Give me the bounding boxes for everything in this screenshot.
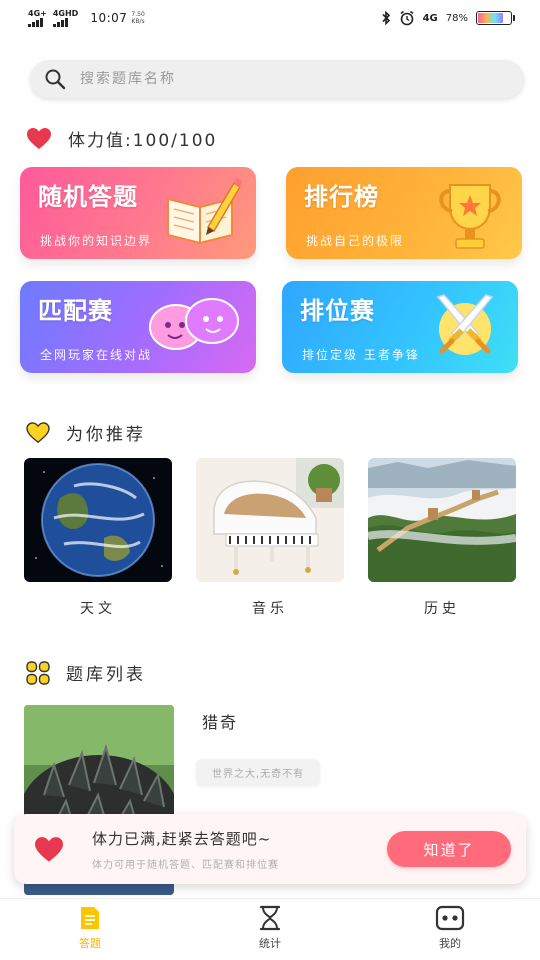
tab-profile[interactable]: 我的 [360,899,540,960]
got-it-button[interactable]: 知道了 [387,831,511,867]
network-type-3: 4G [422,12,438,24]
heart-icon [27,127,51,149]
alarm-clock-icon [400,10,414,26]
network-type-1: 4G+ [28,8,47,18]
recommend-item-astronomy[interactable]: 天文 [24,458,172,618]
document-icon [81,907,99,929]
network-type-2: 4GHD [52,8,79,18]
random-quiz-card[interactable]: 随机答题 挑战你的知识边界 [20,167,256,259]
tab-quiz[interactable]: 答题 [0,899,180,960]
recommend-item-label: 历史 [424,601,460,617]
toast-subtitle: 体力可用于随机答题、匹配赛和排位赛 [92,860,279,871]
tab-label: 答题 [79,937,101,950]
battery-icon [476,11,515,25]
stamina-full-toast: 体力已满,赶紧去答题吧~ 体力可用于随机答题、匹配赛和排位赛 知道了 [14,814,526,884]
status-right-group: 4G 78% [381,10,515,26]
network-speed-unit: KB/s [131,18,145,25]
leaderboard-card[interactable]: 排行榜 挑战自己的极限 [286,167,522,259]
music-image [196,458,344,582]
battery-fill [478,13,503,23]
battery-percent: 78% [445,12,468,24]
yellow-heart-icon [26,421,50,443]
grid-icon [26,660,50,685]
bank-list-title: 题库列表 [66,665,146,685]
status-time: 10:07 [90,11,128,25]
signal-bars-icon [28,17,43,27]
network-speed-value: 7.50 [131,11,145,18]
crossed-swords-icon [436,294,494,355]
card-subtitle: 全网玩家在线对战 [40,348,153,362]
open-book-pencil-icon [167,178,242,245]
history-image [368,458,516,582]
bluetooth-icon [382,11,390,25]
network-speed: 7.50 KB/s [131,11,144,25]
bank-item-tag: 世界之大,无奇不有 [196,759,321,786]
ranked-match-card[interactable]: 排位赛 排位定级 王者争锋 [282,281,518,373]
search-icon [45,69,66,90]
trophy-icon [439,184,501,249]
robot-face-icon [435,905,465,931]
tab-label: 我的 [439,937,461,950]
status-bar: 4G+ 4GHD 10:07 7.50 KB/s 4G 78% [0,0,540,36]
search-input[interactable] [80,71,460,87]
tab-statistics[interactable]: 统计 [180,899,360,960]
heart-icon [35,837,63,862]
recommend-item-music[interactable]: 音乐 [196,458,344,618]
chat-faces-icon [149,298,239,350]
match-battle-card[interactable]: 匹配赛 全网玩家在线对战 [20,281,256,373]
bottom-tab-bar: 答题 统计 我的 [0,898,540,960]
astronomy-image [24,458,172,582]
bank-list-header: 题库列表 [26,660,146,685]
recommend-item-label: 天文 [80,601,116,617]
card-subtitle: 排位定级 王者争锋 [302,348,420,362]
signal-indicator-2: 4GHD [52,8,79,27]
stamina-label: 体力值:100/100 [68,131,218,151]
recommend-item-label: 音乐 [252,601,288,617]
bank-item-title: 猎奇 [202,713,239,732]
hourglass-icon [259,905,281,931]
recommend-item-history[interactable]: 历史 [368,458,516,618]
stamina-row: 体力值:100/100 [26,126,217,151]
recommend-header: 为你推荐 [26,420,146,445]
signal-bars-icon [52,17,68,27]
search-bar[interactable] [30,60,524,98]
signal-indicator-1: 4G+ [28,8,47,27]
recommend-title: 为你推荐 [66,425,146,445]
tab-label: 统计 [259,937,281,950]
card-subtitle: 挑战自己的极限 [306,234,405,248]
toast-title: 体力已满,赶紧去答题吧~ [92,830,272,848]
card-subtitle: 挑战你的知识边界 [40,234,153,248]
